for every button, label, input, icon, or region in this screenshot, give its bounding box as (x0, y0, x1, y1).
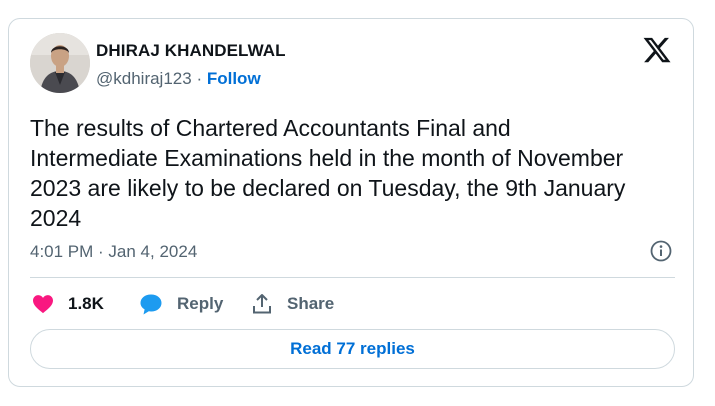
avatar[interactable] (30, 33, 90, 93)
author-name[interactable]: DHIRAJ KHANDELWAL (96, 41, 286, 61)
like-button[interactable]: 1.8K (32, 291, 104, 317)
info-icon[interactable] (650, 240, 672, 262)
read-replies-button[interactable]: Read 77 replies (30, 329, 675, 369)
divider (30, 277, 675, 278)
x-logo-icon[interactable] (642, 35, 672, 65)
avatar-photo (30, 33, 90, 93)
share-upload-icon (253, 294, 271, 314)
reply-label: Reply (177, 294, 224, 313)
tweet-text: The results of Chartered Accountants Fin… (30, 115, 626, 231)
share-button[interactable]: Share (251, 291, 334, 317)
reply-button[interactable]: Reply (139, 291, 223, 317)
follow-button[interactable]: Follow (207, 69, 261, 88)
tweet-timestamp[interactable]: 4:01 PM · Jan 4, 2024 (30, 242, 197, 262)
chat-bubble-icon (140, 294, 162, 315)
tweet-card: DHIRAJ KHANDELWAL @kdhiraj123 · Follow T… (8, 18, 694, 387)
separator-dot: · (196, 69, 203, 88)
heart-icon (33, 295, 53, 314)
like-count: 1.8K (68, 294, 104, 313)
author-handle[interactable]: @kdhiraj123 (96, 69, 192, 88)
author-handle-row: @kdhiraj123 · Follow (96, 69, 261, 89)
share-label: Share (287, 294, 335, 313)
